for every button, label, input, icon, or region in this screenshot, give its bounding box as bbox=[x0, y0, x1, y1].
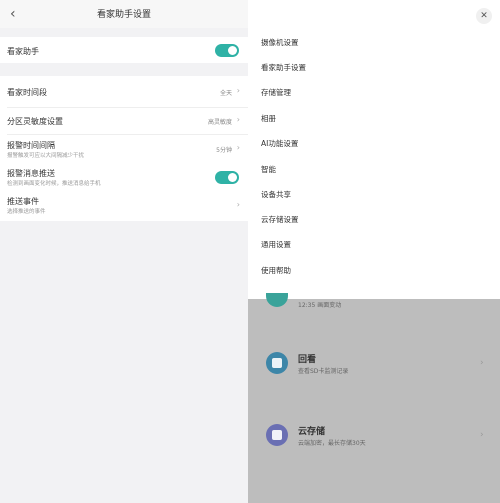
page-title: 看家助手设置 bbox=[96, 10, 151, 20]
settings-panel: ‹ 看家助手设置 看家助手 看家时间段 全天 › 分区灵敏度设置 高灵敏度 › … bbox=[0, 0, 248, 503]
alarm-interval-label: 报警时间间隔 bbox=[7, 141, 55, 150]
settings-list: 看家时间段 全天 › 分区灵敏度设置 高灵敏度 › 报警时间间隔 报警触发可应以… bbox=[0, 76, 248, 221]
event-item-partial: 12:35 画面变动 bbox=[248, 293, 500, 309]
menu-item-album[interactable]: 相册 bbox=[261, 113, 276, 124]
divider bbox=[7, 134, 248, 135]
chevron-right-icon: › bbox=[236, 200, 240, 209]
alarm-interval-value: 5分钟 bbox=[216, 147, 232, 154]
watch-assistant-toggle[interactable] bbox=[215, 44, 239, 57]
watch-period-value: 全天 bbox=[219, 90, 232, 97]
menu-item-device-share[interactable]: 设备共享 bbox=[261, 189, 291, 200]
watch-period-label: 看家时间段 bbox=[7, 88, 47, 97]
watch-assistant-label: 看家助手 bbox=[7, 47, 39, 56]
menu-item-camera-settings[interactable]: 摄像机设置 bbox=[261, 37, 299, 48]
chevron-right-icon: › bbox=[236, 86, 240, 95]
menu-item-ai-settings[interactable]: AI功能设置 bbox=[261, 138, 298, 149]
alarm-push-sub: 检测到画面变化时候，推送消息给手机 bbox=[7, 181, 101, 187]
header-bar: ‹ 看家助手设置 bbox=[0, 0, 248, 28]
push-events-label: 推送事件 bbox=[7, 197, 39, 206]
menu-item-watch-assistant[interactable]: 看家助手设置 bbox=[261, 62, 306, 73]
menu-item-help[interactable]: 使用帮助 bbox=[261, 265, 291, 276]
push-events-sub: 选择推送的事件 bbox=[7, 209, 46, 215]
chevron-right-icon: › bbox=[236, 115, 240, 124]
event-icon bbox=[266, 293, 288, 307]
alarm-push-label: 报警消息推送 bbox=[7, 169, 55, 178]
cloud-storage-glyph bbox=[272, 430, 282, 440]
playback-title: 回看 bbox=[298, 355, 317, 365]
playback-icon bbox=[266, 352, 288, 374]
event-time-text: 12:35 画面变动 bbox=[298, 302, 342, 309]
chevron-right-icon: › bbox=[480, 358, 484, 368]
menu-item-general[interactable]: 通用设置 bbox=[261, 239, 291, 250]
sensitivity-value: 高灵敏度 bbox=[207, 119, 232, 126]
close-icon[interactable]: ✕ bbox=[476, 8, 492, 24]
watch-assistant-row: 看家助手 bbox=[0, 37, 248, 63]
playback-glyph bbox=[272, 358, 282, 368]
menu-item-storage[interactable]: 存储管理 bbox=[261, 87, 291, 98]
divider bbox=[7, 107, 248, 108]
cloud-storage-sub: 云端加密，最长存储30天 bbox=[298, 440, 366, 447]
device-page-overlay: ✕ 摄像机设置 看家助手设置 存储管理 相册 AI功能设置 智能 设备共享 云存… bbox=[248, 0, 500, 503]
settings-menu: ✕ 摄像机设置 看家助手设置 存储管理 相册 AI功能设置 智能 设备共享 云存… bbox=[248, 0, 500, 299]
menu-item-smart[interactable]: 智能 bbox=[261, 164, 276, 175]
cloud-storage-title: 云存储 bbox=[298, 427, 326, 437]
sensitivity-label: 分区灵敏度设置 bbox=[7, 117, 63, 126]
cloud-storage-icon bbox=[266, 424, 288, 446]
menu-item-cloud-storage[interactable]: 云存储设置 bbox=[261, 214, 299, 225]
chevron-right-icon: › bbox=[236, 143, 240, 152]
playback-sub: 查看SD卡监测记录 bbox=[298, 368, 349, 375]
alarm-interval-sub: 报警触发可应以大间隔减少干扰 bbox=[7, 153, 85, 159]
chevron-right-icon: › bbox=[480, 430, 484, 440]
alarm-push-toggle[interactable] bbox=[215, 171, 239, 184]
